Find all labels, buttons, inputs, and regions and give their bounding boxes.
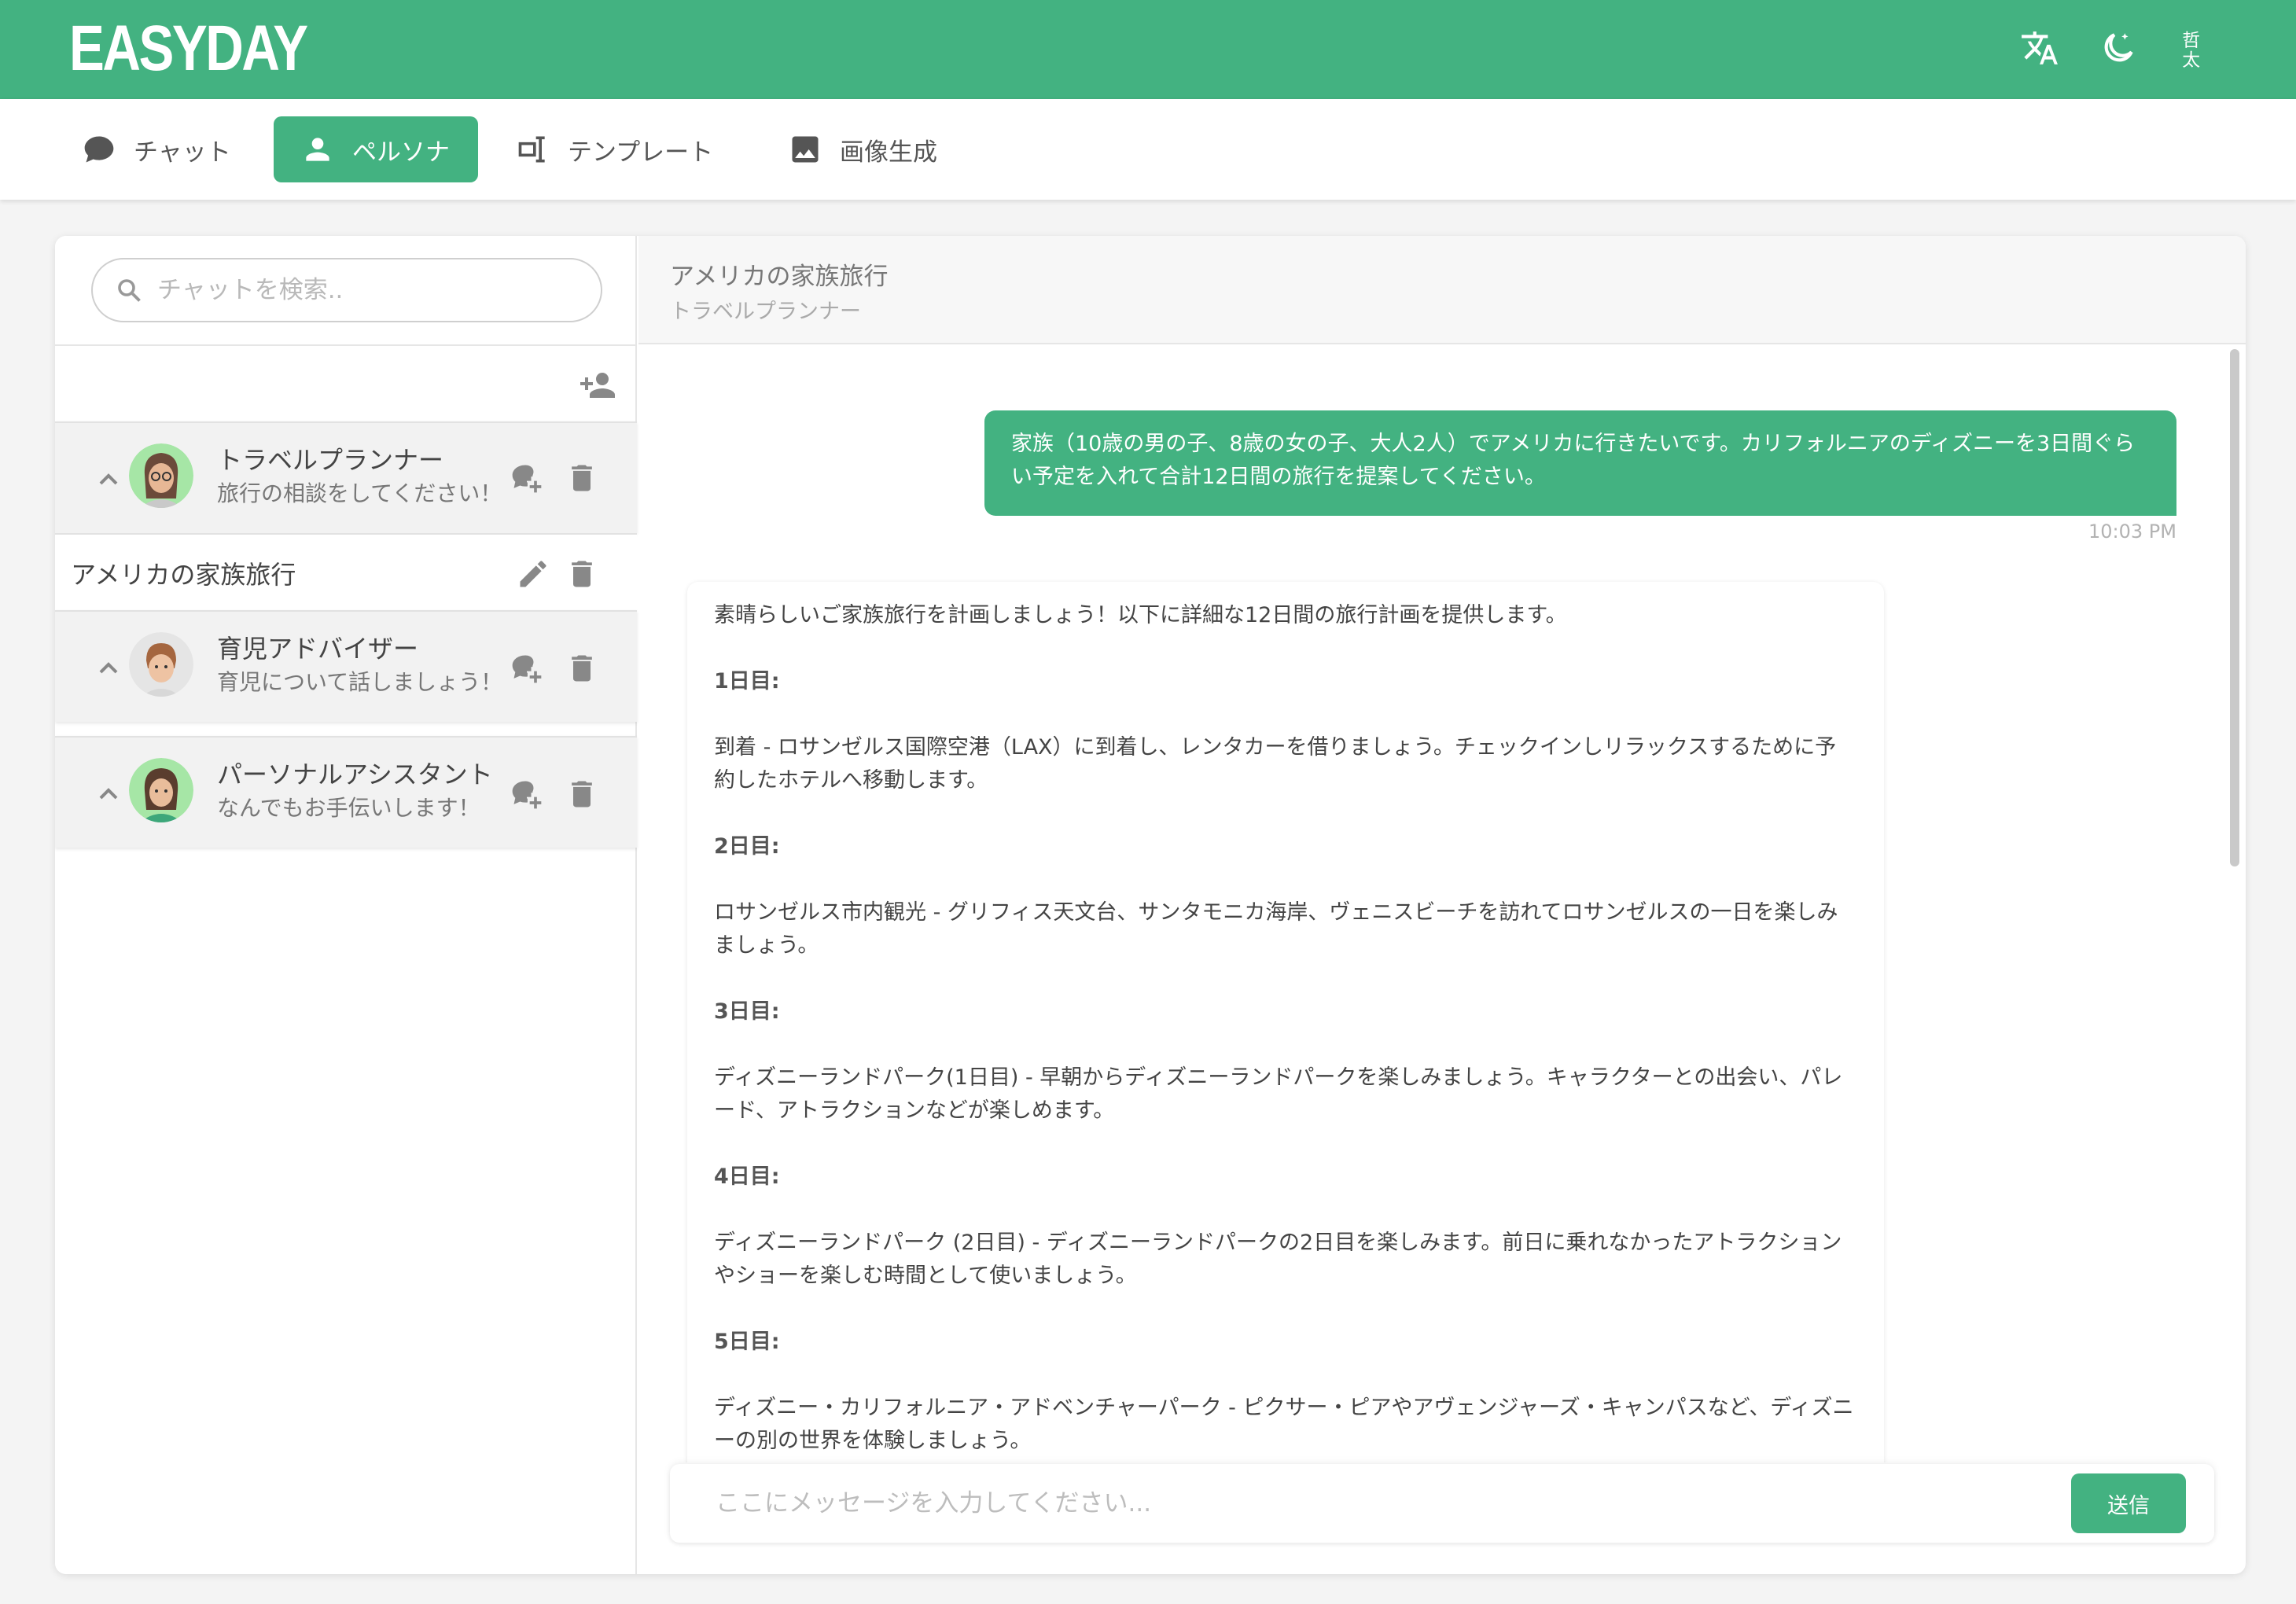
app-logo: EASYDAY: [69, 13, 308, 84]
font-icon[interactable]: 哲太: [2173, 20, 2221, 75]
svg-text:哲: 哲: [2182, 31, 2200, 51]
scrollbar[interactable]: [2230, 349, 2239, 866]
persona-item-travel-planner[interactable]: トラベルプランナー 旅行の相談をしてください！: [55, 421, 637, 533]
edit-chat-button[interactable]: [513, 554, 554, 594]
chevron-up-icon[interactable]: [93, 778, 124, 810]
message-input[interactable]: [716, 1481, 2052, 1525]
trash-icon: [572, 781, 592, 808]
add-comment-icon: [512, 655, 542, 683]
search-icon: [118, 279, 141, 302]
chat-item-title: アメリカの家族旅行: [71, 560, 296, 590]
assistant-message: 素晴らしいご家族旅行を計画しましょう！以下に詳細な12日間の旅行計画を提供します…: [687, 582, 1884, 1462]
delete-persona-button[interactable]: [561, 458, 602, 498]
svg-text:太: 太: [2182, 50, 2200, 68]
persona-description: 旅行の相談をしてください！: [217, 480, 502, 506]
translate-icon[interactable]: [2016, 20, 2063, 75]
assistant-intro: 素晴らしいご家族旅行を計画しましょう！以下に詳細な12日間の旅行計画を提供します…: [714, 603, 1567, 627]
persona-description: 育児について話しましょう！: [217, 669, 503, 695]
day-text: ロサンゼルス市内観光 - グリフィス天文台、サンタモニカ海岸、ヴェニスビーチを訪…: [714, 900, 1838, 958]
chat-list-item[interactable]: アメリカの家族旅行: [55, 533, 637, 610]
chat-persona-name: トラベルプランナー: [670, 300, 861, 324]
day-label: 4日目:: [714, 1164, 780, 1189]
chat-bubble-icon: [84, 136, 114, 163]
persona-description: なんでもお手伝いします！: [217, 795, 480, 821]
day-label: 3日目:: [714, 999, 780, 1024]
tab-chat[interactable]: チャット: [55, 116, 258, 182]
chat-header: アメリカの家族旅行 トラベルプランナー: [638, 236, 2246, 344]
divider: [55, 344, 637, 346]
avatar: [129, 443, 193, 508]
template-icon: [518, 136, 545, 163]
search-box[interactable]: [91, 258, 602, 322]
delete-persona-button[interactable]: [561, 774, 602, 815]
chevron-up-icon[interactable]: [93, 464, 124, 495]
tab-label: 画像生成: [840, 138, 937, 167]
pencil-icon: [520, 561, 546, 587]
delete-persona-button[interactable]: [561, 648, 602, 689]
trash-icon: [572, 465, 592, 491]
chat-panel: アメリカの家族旅行 トラベルプランナー 家族（10歳の男の子、8歳の女の子、大人…: [638, 236, 2246, 1574]
day-label: 5日目:: [714, 1330, 780, 1354]
tab-label: テンプレート: [568, 138, 714, 167]
main-card: トラベルプランナー 旅行の相談をしてください！ アメリカの家族旅行: [55, 236, 2246, 1574]
dark-mode-icon[interactable]: [2095, 20, 2142, 75]
tab-navigation: チャット ペルソナ テンプレート 画像生成: [0, 99, 2296, 200]
person-add-icon: [580, 373, 615, 398]
day-label: 1日目:: [714, 669, 780, 693]
day-text: ディズニー・カリフォルニア・アドベンチャーパーク - ピクサー・ピアやアヴェンジ…: [714, 1396, 1854, 1453]
send-button[interactable]: 送信: [2071, 1473, 2186, 1533]
new-chat-button[interactable]: [506, 774, 547, 815]
search-input[interactable]: [157, 276, 566, 304]
tab-persona[interactable]: ペルソナ: [274, 116, 478, 182]
header-actions: 哲太: [2016, 20, 2221, 75]
tab-template[interactable]: テンプレート: [489, 116, 740, 182]
day-text: ディズニーランドパーク(1日目) - 早朝からディズニーランドパークを楽しみまし…: [714, 1065, 1843, 1123]
trash-icon: [572, 561, 592, 587]
delete-chat-button[interactable]: [561, 554, 602, 594]
app-header: EASYDAY 哲太: [0, 0, 2296, 99]
new-chat-button[interactable]: [506, 648, 547, 689]
user-message: 家族（10歳の男の子、8歳の女の子、大人2人）でアメリカに行きたいです。カリフォ…: [984, 410, 2176, 516]
trash-icon: [572, 655, 592, 682]
persona-name: 育児アドバイザー: [217, 634, 419, 664]
message-timestamp: 10:03 PM: [2088, 521, 2176, 543]
message-composer: 送信: [670, 1464, 2214, 1543]
day-text: ディズニーランドパーク (2日目) - ディズニーランドパークの2日目を楽しみま…: [714, 1231, 1842, 1288]
persona-item-parenting-advisor[interactable]: 育児アドバイザー 育児について話しましょう！: [55, 610, 637, 722]
tab-label: チャット: [134, 138, 231, 167]
chat-title: アメリカの家族旅行: [670, 263, 889, 291]
image-icon: [792, 136, 819, 163]
new-chat-button[interactable]: [506, 458, 547, 498]
persona-item-personal-assistant[interactable]: パーソナルアシスタント なんでもお手伝いします！: [55, 736, 637, 848]
persona-name: パーソナルアシスタント: [217, 760, 493, 789]
day-label: 2日目:: [714, 834, 780, 859]
person-icon: [306, 138, 329, 161]
message-list[interactable]: 家族（10歳の男の子、8歳の女の子、大人2人）でアメリカに行きたいです。カリフォ…: [638, 346, 2246, 1462]
add-persona-button[interactable]: [574, 362, 621, 409]
tab-label: ペルソナ: [352, 138, 450, 167]
persona-name: トラベルプランナー: [217, 445, 444, 475]
day-text: 到着 - ロサンゼルス国際空港（LAX）に到着し、レンタカーを借りましょう。チェ…: [714, 735, 1837, 793]
avatar: [129, 758, 193, 822]
persona-sidebar: トラベルプランナー 旅行の相談をしてください！ アメリカの家族旅行: [55, 236, 637, 1574]
add-comment-icon: [512, 781, 542, 809]
avatar: [129, 632, 193, 697]
tab-image-generation[interactable]: 画像生成: [761, 116, 964, 182]
chevron-up-icon[interactable]: [93, 653, 124, 684]
add-comment-icon: [512, 465, 542, 493]
